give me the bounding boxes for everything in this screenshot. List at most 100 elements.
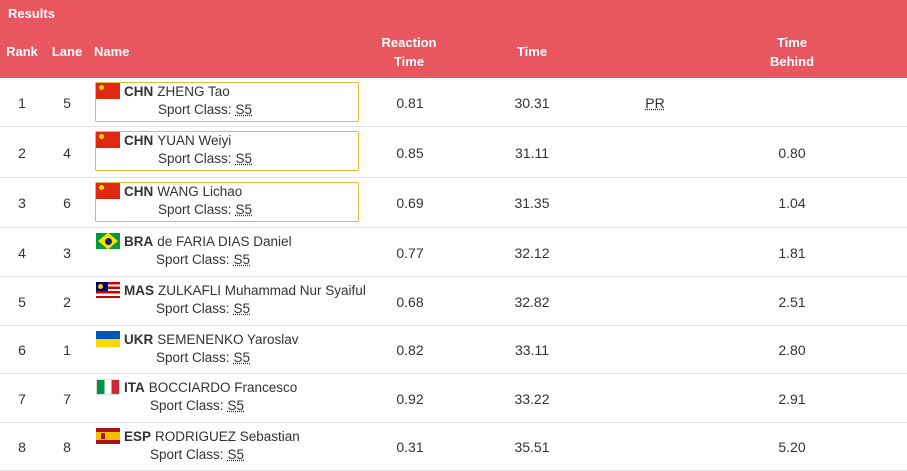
noc-code: MAS (124, 282, 154, 298)
col-reaction-header[interactable]: Reaction Time (364, 33, 454, 71)
sport-class: Sport Class: S5 (158, 151, 252, 166)
rank-cell: 1 (18, 95, 26, 111)
time-cell: 30.31 (514, 95, 550, 111)
sport-class: Sport Class: S5 (156, 252, 250, 267)
noc-code: ITA (124, 379, 145, 395)
lane-cell: 7 (63, 391, 71, 407)
athlete-name[interactable]: ITA BOCCIARDO Francesco (96, 379, 297, 395)
sport-class-label: Sport Class: (156, 252, 230, 267)
col-behind-header[interactable]: Time Behind (752, 33, 832, 71)
time-cell: 31.35 (514, 195, 550, 211)
time-cell: 31.11 (515, 145, 549, 161)
table-row[interactable]: 7 7 ITA BOCCIARDO Francesco Sport Class: S5 0.… (0, 374, 907, 423)
sport-class-label: Sport Class: (158, 102, 232, 117)
sport-class-value[interactable]: S5 (234, 252, 251, 267)
lane-cell: 6 (63, 195, 71, 211)
col-time-header[interactable]: Time (500, 42, 564, 61)
col-behind-header-line2: Behind (769, 54, 815, 69)
athlete-name-text: BOCCIARDO Francesco (148, 379, 298, 395)
lane-cell: 8 (63, 439, 71, 455)
rank-cell: 7 (18, 391, 26, 407)
ita-flag-icon (96, 379, 120, 395)
col-rank-header[interactable]: Rank (2, 42, 42, 61)
mas-flag-icon (96, 282, 120, 298)
time-cell: 33.22 (514, 391, 550, 407)
chn-flag-icon (96, 132, 120, 148)
reaction-time-cell: 0.68 (396, 294, 424, 310)
reaction-time-cell: 0.85 (396, 145, 424, 161)
athlete-name-text: YUAN Weiyi (157, 132, 232, 148)
record-badge[interactable]: PR (640, 94, 670, 112)
rank-cell: 6 (18, 342, 26, 358)
time-behind-cell: 1.81 (778, 245, 806, 261)
results-table: Results Rank Lane Name Reaction Time Tim… (0, 0, 907, 471)
table-row[interactable]: 5 2 MAS ZULKAFLI Muhammad Nur Syaiful Sport … (0, 277, 907, 326)
reaction-time-cell: 0.82 (396, 342, 424, 358)
athlete-name[interactable]: CHN ZHENG Tao (96, 83, 230, 99)
rank-cell: 2 (18, 145, 26, 161)
table-row[interactable]: 3 6 CHN WANG Lichao Sport Class: S5 0.69 31.35 1… (0, 178, 907, 228)
table-row[interactable]: 4 3 BRA de FARIA DIAS Daniel Sport Class: S5 0… (0, 228, 907, 277)
noc-code: CHN (124, 132, 154, 148)
time-cell: 32.82 (514, 294, 550, 310)
sport-class: Sport Class: S5 (156, 350, 250, 365)
sport-class-value[interactable]: S5 (236, 102, 253, 117)
athlete-name-text: ZULKAFLI Muhammad Nur Syaiful (158, 282, 366, 298)
time-cell: 33.11 (515, 342, 549, 358)
reaction-time-cell: 0.31 (396, 439, 424, 455)
esp-flag-icon (96, 428, 120, 444)
athlete-name[interactable]: ESP RODRIGUEZ Sebastian (96, 428, 300, 444)
reaction-time-cell: 0.92 (396, 391, 424, 407)
table-row[interactable]: 2 4 CHN YUAN Weiyi Sport Class: S5 0.85 31.11 0.… (0, 127, 907, 178)
lane-cell: 2 (63, 294, 71, 310)
sport-class-label: Sport Class: (156, 350, 230, 365)
athlete-name-text: ZHENG Tao (157, 83, 230, 99)
col-name-header[interactable]: Name (94, 42, 134, 61)
sport-class-value[interactable]: S5 (236, 151, 253, 166)
sport-class-value[interactable]: S5 (234, 350, 251, 365)
ukr-flag-icon (96, 331, 120, 347)
sport-class-value[interactable]: S5 (236, 202, 253, 217)
time-behind-cell: 5.20 (778, 439, 806, 455)
table-row[interactable]: 6 1 UKR SEMENENKO Yaroslav Sport Class: S5 0.8… (0, 326, 907, 374)
athlete-name-text: WANG Lichao (157, 183, 243, 199)
col-reaction-header-line1: Reaction (381, 35, 437, 50)
sport-class: Sport Class: S5 (158, 102, 252, 117)
noc-code: ESP (124, 428, 152, 444)
sport-class-label: Sport Class: (150, 447, 224, 462)
rank-cell: 5 (18, 294, 26, 310)
time-behind-cell: 2.80 (778, 342, 806, 358)
athlete-name[interactable]: CHN WANG Lichao (96, 183, 242, 199)
table-row[interactable]: 1 5 CHN ZHENG Tao Sport Class: S5 0.81 30.31 PR (0, 78, 907, 127)
time-cell: 35.51 (514, 439, 550, 455)
sport-class-value[interactable]: S5 (228, 398, 245, 413)
col-behind-header-line1: Time (776, 35, 808, 50)
sport-class-value[interactable]: S5 (234, 301, 251, 316)
sport-class-label: Sport Class: (158, 151, 232, 166)
col-lane-header[interactable]: Lane (46, 42, 88, 61)
table-row[interactable]: 8 8 ESP RODRIGUEZ Sebastian Sport Class: S5 0.… (0, 423, 907, 471)
reaction-time-cell: 0.81 (396, 95, 424, 111)
athlete-name[interactable]: UKR SEMENENKO Yaroslav (96, 331, 299, 347)
sport-class: Sport Class: S5 (158, 202, 252, 217)
time-behind-cell: 1.04 (778, 195, 806, 211)
rank-cell: 3 (18, 195, 26, 211)
athlete-name[interactable]: BRA de FARIA DIAS Daniel (96, 233, 292, 249)
sport-class-label: Sport Class: (158, 202, 232, 217)
sport-class-value[interactable]: S5 (228, 447, 245, 462)
sport-class-label: Sport Class: (156, 301, 230, 316)
sport-class-label: Sport Class: (150, 398, 224, 413)
sport-class: Sport Class: S5 (156, 301, 250, 316)
lane-cell: 3 (63, 245, 71, 261)
sport-class: Sport Class: S5 (150, 447, 244, 462)
noc-code: BRA (124, 233, 154, 249)
noc-code: CHN (124, 183, 154, 199)
col-reaction-header-line2: Time (393, 54, 425, 69)
reaction-time-cell: 0.69 (396, 195, 424, 211)
athlete-name[interactable]: CHN YUAN Weiyi (96, 132, 231, 148)
athlete-name[interactable]: MAS ZULKAFLI Muhammad Nur Syaiful (96, 282, 366, 298)
lane-cell: 1 (63, 342, 71, 358)
rank-cell: 4 (18, 245, 26, 261)
lane-cell: 5 (63, 95, 71, 111)
results-header: Results Rank Lane Name Reaction Time Tim… (0, 0, 907, 78)
